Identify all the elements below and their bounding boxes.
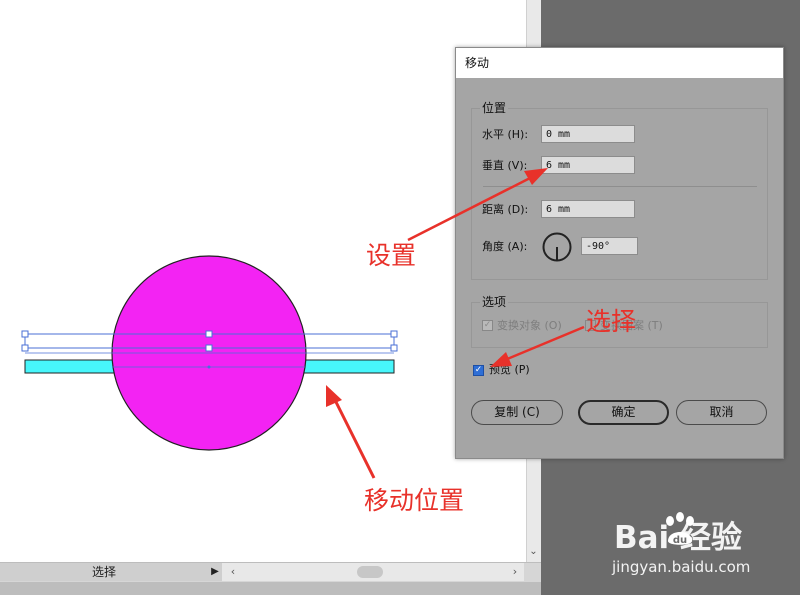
annotation-settings: 设置 <box>366 241 417 270</box>
selection-handle[interactable] <box>390 344 398 352</box>
transform-objects-checkbox[interactable]: ✓ <box>482 320 493 331</box>
bottom-bar <box>0 582 541 595</box>
svg-text:du: du <box>673 535 687 546</box>
distance-label: 距离 (D): <box>482 203 529 216</box>
horizontal-label: 水平 (H): <box>482 128 529 141</box>
watermark-url: jingyan.baidu.com <box>612 558 751 576</box>
preview-label[interactable]: 预览 (P) <box>489 363 530 377</box>
current-tool-status: 选择 <box>0 563 208 581</box>
selection-handle[interactable] <box>390 330 398 338</box>
dialog-title[interactable]: 移动 <box>456 48 783 78</box>
move-dialog: 移动 位置 水平 (H): 0 mm 垂直 (V): 6 mm 距离 (D): … <box>455 47 784 459</box>
annotation-move-position: 移动位置 <box>364 486 465 515</box>
cancel-button[interactable]: 取消 <box>676 400 767 425</box>
scroll-down-icon[interactable]: ⌄ <box>526 544 541 560</box>
selection-handle[interactable] <box>205 330 213 338</box>
copy-button[interactable]: 复制 (C) <box>471 400 563 425</box>
horizontal-input[interactable]: 0 mm <box>541 125 635 143</box>
annotation-select: 选择 <box>586 307 637 336</box>
status-menu-arrow-icon[interactable]: ▶ <box>208 563 222 581</box>
selection-handle[interactable] <box>205 344 213 352</box>
options-group-label: 选项 <box>480 295 509 309</box>
angle-label: 角度 (A): <box>482 240 528 253</box>
divider <box>483 186 757 187</box>
preview-checkbox[interactable]: ✓ <box>473 365 484 376</box>
vertical-input[interactable]: 6 mm <box>541 156 635 174</box>
vertical-label: 垂直 (V): <box>482 159 528 172</box>
horizontal-scroll-thumb[interactable] <box>357 566 383 578</box>
center-point <box>207 365 211 369</box>
transform-objects-label[interactable]: 变换对象 (O) <box>497 319 562 333</box>
scroll-right-icon[interactable]: › <box>508 563 522 581</box>
selection-handle[interactable] <box>21 330 29 338</box>
position-group-label: 位置 <box>480 101 509 115</box>
ok-button[interactable]: 确定 <box>578 400 669 425</box>
angle-dial-icon[interactable] <box>542 232 572 262</box>
selection-handle[interactable] <box>21 344 29 352</box>
angle-input[interactable]: -90° <box>581 237 638 255</box>
paw-icon: du <box>666 512 694 546</box>
artwork <box>21 255 398 451</box>
scroll-left-icon[interactable]: ‹ <box>226 563 240 581</box>
distance-input[interactable]: 6 mm <box>541 200 635 218</box>
